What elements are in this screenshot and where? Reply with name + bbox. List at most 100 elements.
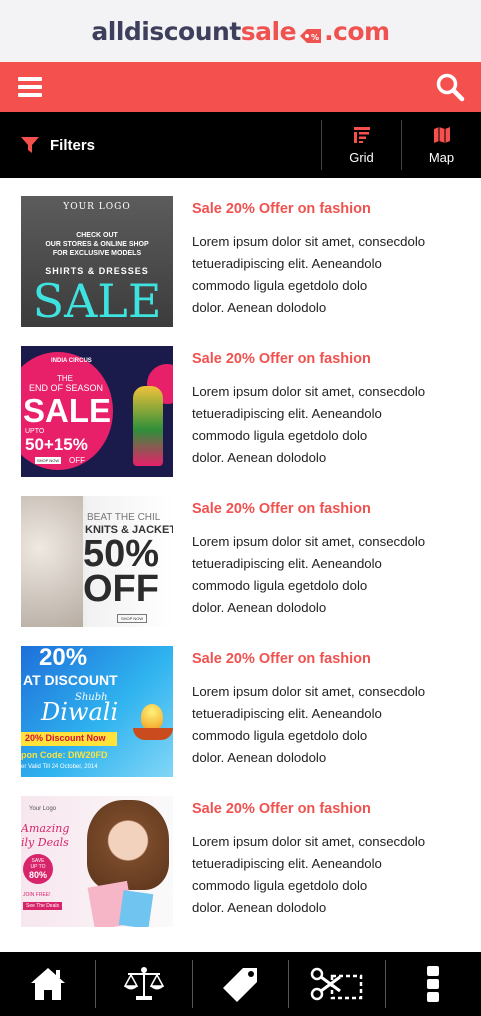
list-item[interactable]: INDIA CIRCUS THE END OF SEASON SALE UPTO… — [0, 346, 481, 477]
more-vertical-icon — [427, 966, 440, 1002]
description-line: tetueradipiscing elit. Aeneandolo — [192, 256, 382, 271]
bottom-nav — [0, 952, 481, 1016]
price-tag-icon — [222, 968, 257, 1002]
thumb-text: OFF — [69, 456, 85, 465]
thumb-text: 50+15% — [25, 435, 88, 454]
map-label: Map — [428, 149, 455, 165]
filter-bar: Filters Grid Map — [0, 112, 481, 178]
coupon-scissors-icon — [310, 967, 363, 1001]
description-line: commodo ligula egetdolo dolo — [192, 878, 368, 893]
nav-compare[interactable] — [96, 960, 193, 1008]
deal-thumbnail[interactable]: YOUR LOGO CHECK OUT OUR STORES & ONLINE … — [21, 196, 173, 327]
deal-title[interactable]: Sale 20% Offer on fashion — [192, 651, 461, 667]
grid-list-icon — [353, 126, 370, 143]
thumb-text: pon Code: DIW20FD — [21, 750, 108, 760]
search-icon[interactable] — [435, 72, 465, 102]
thumb-text: INDIA CIRCUS — [51, 358, 92, 364]
shopping-bag-image — [118, 890, 154, 927]
shop-now-badge: SHOP NOW — [35, 457, 62, 464]
thumb-text: ily Deals — [21, 836, 69, 849]
description-line: Lorem ipsum dolor sit amet, consecdolo — [192, 684, 426, 699]
thumb-text: Diwali — [41, 698, 119, 726]
thumb-text: JOIN FREE! — [23, 892, 51, 898]
scales-icon — [123, 967, 165, 1000]
thumb-text: FOR EXCLUSIVE MODELS — [52, 250, 142, 257]
deal-description: Lorem ipsum dolor sit amet, consecdolo t… — [192, 231, 461, 319]
thumb-text: YOUR LOGO — [63, 202, 131, 212]
thumb-text: 20% — [39, 646, 88, 671]
deal-thumbnail[interactable]: INDIA CIRCUS THE END OF SEASON SALE UPTO… — [21, 346, 173, 477]
deal-title[interactable]: Sale 20% Offer on fashion — [192, 351, 461, 367]
list-item[interactable]: Your Logo Amazing ily Deals SAVE UP TO 8… — [0, 796, 481, 927]
description-line: tetueradipiscing elit. Aeneandolo — [192, 406, 382, 421]
deal-thumbnail[interactable]: BEAT THE CHIL KNITS & JACKET 50% OFF SHO… — [21, 496, 173, 627]
grid-view-button[interactable]: Grid — [321, 120, 401, 170]
list-item[interactable]: YOUR LOGO CHECK OUT OUR STORES & ONLINE … — [0, 196, 481, 327]
thumb-text: THE — [57, 374, 73, 383]
logo-text-part3: .com — [324, 16, 390, 46]
deal-thumbnail[interactable]: 20% AT DISCOUNT Shubh Diwali 20% Discoun… — [21, 646, 173, 777]
description-line: dolor. Aenean dolodolo — [192, 750, 327, 765]
deal-thumbnail[interactable]: Your Logo Amazing ily Deals SAVE UP TO 8… — [21, 796, 173, 927]
thumb-fur-image — [21, 496, 83, 627]
description-line: commodo ligula egetdolo dolo — [192, 428, 368, 443]
thumb-text: CHECK OUT — [76, 232, 118, 239]
thumb-text: AT DISCOUNT — [23, 672, 118, 688]
thumb-text: OFF — [83, 568, 159, 610]
thumb-text: Amazing — [21, 822, 70, 835]
hamburger-icon[interactable] — [18, 77, 42, 97]
thumb-text: 20% Discount Now — [21, 732, 117, 746]
site-logo[interactable]: alldiscount sale % .com — [91, 16, 390, 46]
thumb-text: BEAT THE CHIL — [87, 512, 161, 523]
deal-description: Lorem ipsum dolor sit amet, consecdolo t… — [192, 681, 461, 769]
thumb-text: UPTO — [25, 428, 45, 435]
nav-deals[interactable] — [193, 960, 290, 1008]
description-line: tetueradipiscing elit. Aeneandolo — [192, 856, 382, 871]
thumb-text: See The Deals — [23, 902, 62, 910]
map-icon — [433, 126, 450, 143]
diya-base — [133, 728, 173, 740]
description-line: dolor. Aenean dolodolo — [192, 900, 327, 915]
deal-title[interactable]: Sale 20% Offer on fashion — [192, 801, 461, 817]
description-line: dolor. Aenean dolodolo — [192, 600, 327, 615]
description-line: tetueradipiscing elit. Aeneandolo — [192, 556, 382, 571]
grid-label: Grid — [349, 149, 374, 165]
funnel-icon — [21, 137, 39, 153]
nav-coupons[interactable] — [289, 960, 386, 1008]
description-line: commodo ligula egetdolo dolo — [192, 278, 368, 293]
thumb-text: SALE — [32, 274, 162, 327]
logo-tag-icon: % — [297, 22, 323, 43]
thumb-text: OUR STORES & ONLINE SHOP — [45, 241, 149, 248]
list-item[interactable]: BEAT THE CHIL KNITS & JACKET 50% OFF SHO… — [0, 496, 481, 627]
thumb-text: Your Logo — [29, 806, 57, 812]
description-line: commodo ligula egetdolo dolo — [192, 728, 368, 743]
description-line: dolor. Aenean dolodolo — [192, 300, 327, 315]
deal-description: Lorem ipsum dolor sit amet, consecdolo t… — [192, 831, 461, 919]
description-line: tetueradipiscing elit. Aeneandolo — [192, 706, 382, 721]
thumb-text: er Valid Till 24 October, 2014 — [21, 764, 98, 770]
thumb-text: SALE — [23, 392, 112, 429]
deal-title[interactable]: Sale 20% Offer on fashion — [192, 201, 461, 217]
nav-home[interactable] — [0, 960, 97, 1008]
woman-photo — [87, 800, 169, 890]
map-view-button[interactable]: Map — [401, 120, 481, 170]
description-line: commodo ligula egetdolo dolo — [192, 578, 368, 593]
deal-description: Lorem ipsum dolor sit amet, consecdolo t… — [192, 381, 461, 469]
filters-label: Filters — [50, 136, 96, 154]
diya-lamp-image — [141, 704, 163, 730]
logo-text-part2: sale — [240, 16, 297, 46]
nav-more[interactable] — [386, 960, 481, 1008]
logo-text-part1: alldiscount — [91, 16, 241, 46]
deal-description: Lorem ipsum dolor sit amet, consecdolo t… — [192, 531, 461, 619]
svg-text:%: % — [311, 33, 319, 42]
filters-button[interactable]: Filters — [0, 112, 321, 178]
description-line: Lorem ipsum dolor sit amet, consecdolo — [192, 834, 426, 849]
top-bar — [0, 62, 481, 112]
deal-title[interactable]: Sale 20% Offer on fashion — [192, 501, 461, 517]
shop-now-badge: SHOP NOW — [117, 614, 148, 623]
list-item[interactable]: 20% AT DISCOUNT Shubh Diwali 20% Discoun… — [0, 646, 481, 777]
home-icon — [30, 968, 65, 1000]
save-badge: SAVE UP TO 80% — [23, 854, 53, 884]
thumb-text: 80% — [28, 870, 47, 880]
deal-list: YOUR LOGO CHECK OUT OUR STORES & ONLINE … — [0, 178, 481, 927]
